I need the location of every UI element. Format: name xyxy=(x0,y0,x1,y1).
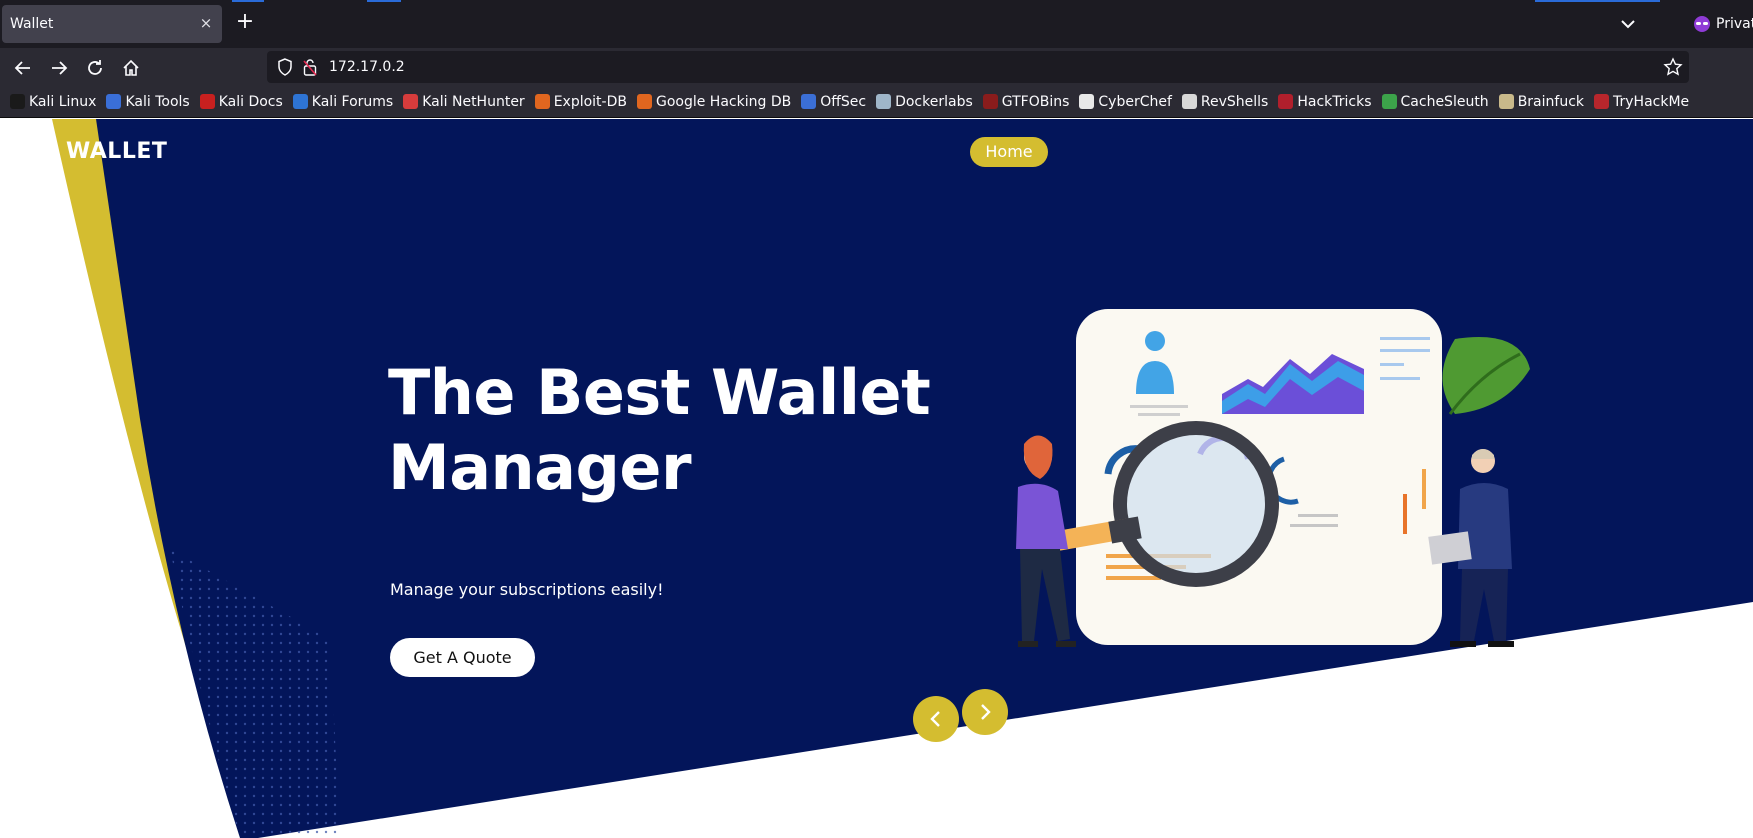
bookmark-label: Google Hacking DB xyxy=(655,93,792,110)
hero-subtitle: Manage your subscriptions easily! xyxy=(390,580,664,599)
carousel-next-button[interactable] xyxy=(962,689,1008,735)
revshells-icon xyxy=(1181,94,1197,109)
bookmark-label: Exploit-DB xyxy=(553,93,627,110)
cachesleuth-icon xyxy=(1381,94,1397,109)
tab-indicator xyxy=(367,0,401,2)
bookmark-item[interactable]: CyberChef xyxy=(1079,94,1172,110)
bookmark-label: CyberChef xyxy=(1098,93,1172,110)
bookmark-star-icon[interactable] xyxy=(1663,57,1683,81)
home-icon[interactable] xyxy=(117,54,145,82)
bookmark-item[interactable]: Google Hacking DB xyxy=(636,93,792,110)
carousel-prev-button[interactable] xyxy=(913,696,959,742)
hacktricks-icon xyxy=(1278,94,1294,109)
kali-forums-icon xyxy=(292,94,308,109)
ghdb-icon xyxy=(636,94,652,109)
brand-logo[interactable]: WALLET xyxy=(66,139,167,164)
bookmark-item[interactable]: Kali Linux xyxy=(10,94,96,110)
close-tab-icon[interactable]: × xyxy=(196,13,216,33)
kali-docs-icon xyxy=(199,94,215,109)
back-arrow-icon[interactable] xyxy=(9,54,37,82)
nav-home-link[interactable]: Home xyxy=(970,137,1048,167)
insecure-lock-icon[interactable] xyxy=(303,58,317,80)
chevron-left-icon xyxy=(930,711,940,727)
bookmark-label: Kali Forums xyxy=(311,93,394,110)
private-mask-icon xyxy=(1694,16,1710,32)
bookmarks-toolbar: Kali Linux Kali Tools Kali Docs Kali Forums… xyxy=(0,86,1753,118)
bookmark-label: Brainfuck xyxy=(1517,93,1584,110)
get-a-quote-button[interactable]: Get A Quote xyxy=(390,638,535,677)
bookmark-item[interactable]: Kali Tools xyxy=(106,93,190,110)
bookmark-label: HackTricks xyxy=(1297,93,1372,110)
bookmark-label: Kali Tools xyxy=(125,93,190,110)
bookmark-label: GTFOBins xyxy=(1001,93,1070,110)
tab-strip: Wallet × + Privat xyxy=(0,0,1753,48)
hero-title-line-2: Manager xyxy=(388,431,692,504)
exploit-db-icon xyxy=(534,94,550,109)
bookmark-item[interactable]: TryHackMe xyxy=(1594,94,1689,110)
bookmark-label: OffSec xyxy=(820,93,867,110)
chevron-right-icon xyxy=(981,704,991,720)
bookmark-item[interactable]: Kali Forums xyxy=(292,93,394,110)
nethunter-icon xyxy=(403,94,419,109)
bookmark-item[interactable]: Kali NetHunter xyxy=(403,93,525,110)
active-tab[interactable]: Wallet × xyxy=(2,5,222,43)
tryhackme-icon xyxy=(1594,94,1609,109)
bookmark-item[interactable]: Brainfuck xyxy=(1498,93,1584,110)
bookmark-label: TryHackMe xyxy=(1613,93,1690,110)
bookmark-label: Kali NetHunter xyxy=(422,93,525,110)
url-text: 172.17.0.2 xyxy=(329,59,405,75)
tab-indicator xyxy=(232,0,264,2)
bookmark-item[interactable]: HackTricks xyxy=(1278,93,1372,110)
kali-tools-icon xyxy=(106,94,122,109)
bookmark-item[interactable]: CacheSleuth xyxy=(1381,93,1489,110)
gtfobins-icon xyxy=(982,94,998,109)
bookmark-item[interactable]: Dockerlabs xyxy=(876,94,973,110)
private-label: Privat xyxy=(1716,16,1753,32)
hero-title-line-1: The Best Wallet xyxy=(388,356,931,429)
cyberchef-icon xyxy=(1079,94,1095,109)
bookmark-item[interactable]: Exploit-DB xyxy=(534,93,627,110)
bookmark-item[interactable]: OffSec xyxy=(801,94,866,110)
address-bar[interactable]: 172.17.0.2 xyxy=(267,51,1689,83)
bookmark-label: Kali Docs xyxy=(218,93,283,110)
offsec-icon xyxy=(801,94,817,109)
new-tab-button[interactable]: + xyxy=(233,10,257,34)
bookmark-label: CacheSleuth xyxy=(1400,93,1489,110)
bookmark-item[interactable]: GTFOBins xyxy=(982,93,1070,110)
kali-dragon-icon xyxy=(10,94,25,109)
analytics-illustration xyxy=(1016,309,1530,647)
reload-icon[interactable] xyxy=(81,54,109,82)
bookmark-label: Dockerlabs xyxy=(895,93,973,110)
private-browsing-indicator: Privat xyxy=(1694,13,1753,35)
brainfuck-icon xyxy=(1498,94,1514,109)
bookmark-label: Kali Linux xyxy=(29,93,97,110)
list-all-tabs-chevron-down-icon[interactable] xyxy=(1616,12,1640,36)
dockerlabs-icon xyxy=(876,94,892,109)
tab-indicator xyxy=(1535,0,1660,2)
forward-arrow-icon[interactable] xyxy=(45,54,73,82)
bookmark-item[interactable]: Kali Docs xyxy=(199,93,283,110)
web-page: WALLET Home The Best Wallet Manager Mana… xyxy=(0,119,1753,838)
tab-title: Wallet xyxy=(10,16,54,32)
tracking-protection-shield-icon[interactable] xyxy=(277,58,293,80)
hero-title: The Best Wallet Manager xyxy=(388,355,948,505)
bookmark-label: RevShells xyxy=(1200,93,1269,110)
bookmark-item[interactable]: RevShells xyxy=(1181,93,1269,110)
